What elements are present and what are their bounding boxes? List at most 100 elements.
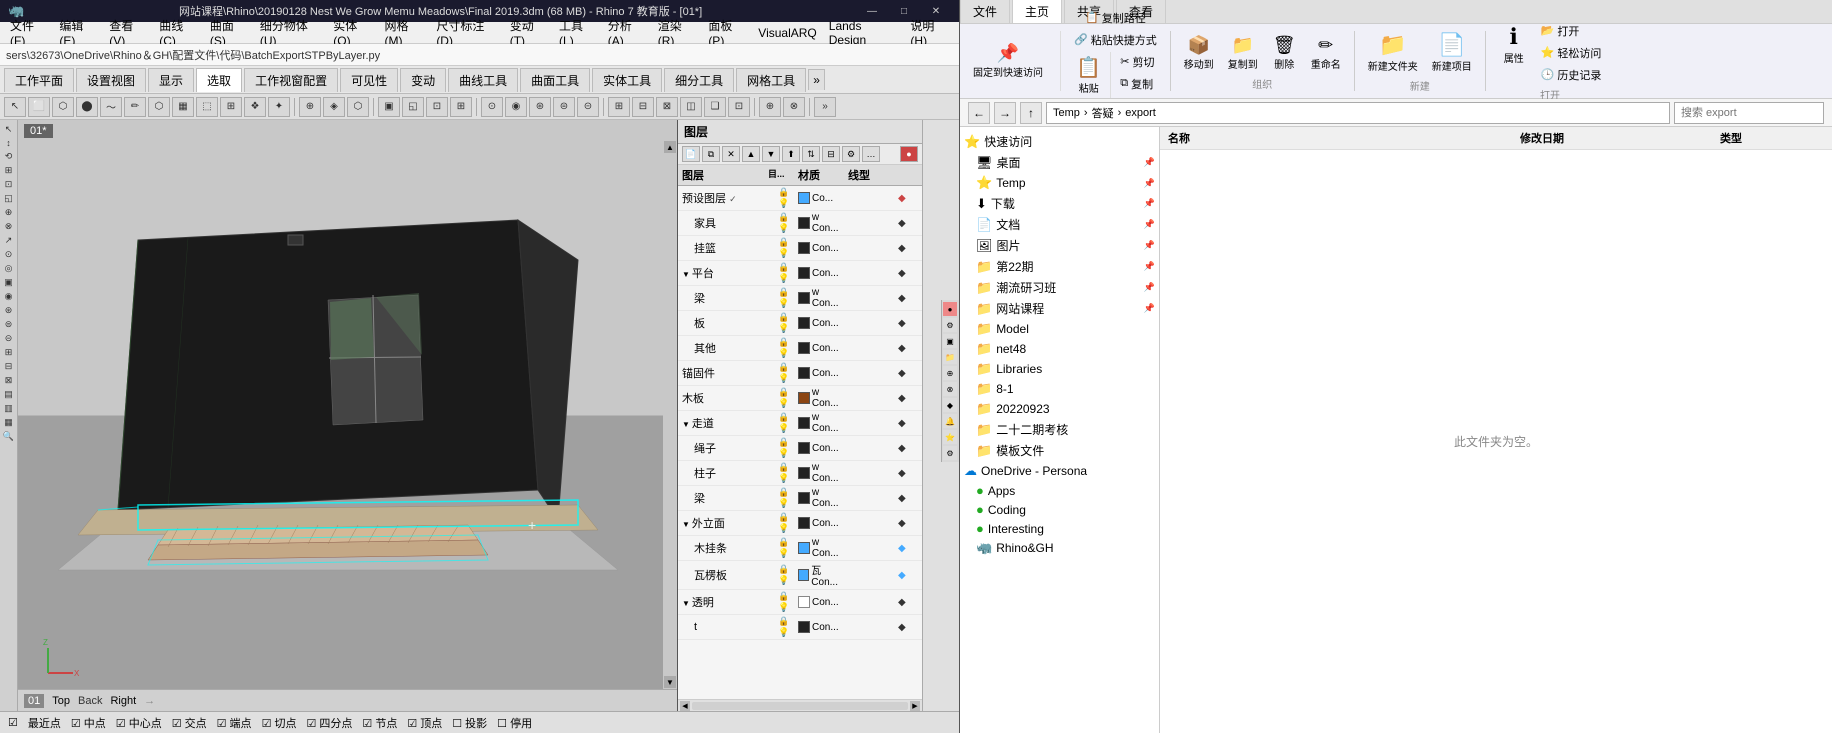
tool-icon-32[interactable]: ⊗	[783, 97, 805, 117]
sidebar-tool-4[interactable]: ⊞	[5, 165, 13, 176]
addr-part-temp[interactable]: Temp	[1053, 107, 1080, 119]
sidebar-tool-9[interactable]: ↗	[5, 235, 13, 246]
sidebar-tool-23[interactable]: 🔍	[3, 431, 14, 442]
tool-icon-2[interactable]: ⬜	[28, 97, 50, 117]
ribbon-btn-delete[interactable]: 🗑 删除	[1267, 32, 1302, 74]
ribbon-btn-pin[interactable]: 📌 固定到快速访问	[968, 40, 1048, 82]
tree-item-onedrive[interactable]: ☁ OneDrive - Persona	[960, 461, 1159, 481]
tool-icon-31[interactable]: ⊕	[759, 97, 781, 117]
layer-row[interactable]: 其他 🔒💡 Con... ◆	[678, 336, 922, 361]
tree-item-documents[interactable]: 📄 文档 📌	[960, 214, 1159, 235]
tool-icon-27[interactable]: ⊠	[656, 97, 678, 117]
snap-nearpoint[interactable]: 最近点	[28, 715, 61, 731]
tree-item-coding[interactable]: ● Coding	[960, 500, 1159, 519]
snap-midpoint[interactable]: ☑ 中点	[71, 715, 106, 731]
tab-transform[interactable]: 变动	[400, 68, 446, 92]
tree-item-apps[interactable]: ● Apps	[960, 481, 1159, 500]
col-type[interactable]: 类型	[1712, 127, 1832, 149]
tool-icon-19[interactable]: ⊞	[450, 97, 472, 117]
snap-endpoint[interactable]: ☑ 端点	[217, 715, 252, 731]
tree-item-desktop[interactable]: 🖥 桌面 📌	[960, 152, 1159, 173]
sidebar-tool-7[interactable]: ⊕	[5, 207, 13, 218]
tab-expand[interactable]: »	[808, 69, 825, 90]
tool-icon-5[interactable]: 〜	[100, 97, 122, 117]
tab-setview[interactable]: 设置视图	[76, 68, 146, 92]
nav-forward-btn[interactable]: →	[994, 102, 1016, 124]
layer-right-icon-7[interactable]: ◆	[943, 398, 957, 412]
layer-right-icon-9[interactable]: ⭐	[943, 430, 957, 444]
sidebar-tool-19[interactable]: ⊠	[5, 375, 13, 386]
viewport-tab-top[interactable]: Top	[52, 695, 70, 707]
ribbon-btn-rename[interactable]: ✏ 重命名	[1306, 32, 1346, 74]
tab-display[interactable]: 显示	[148, 68, 194, 92]
tool-icon-11[interactable]: ❖	[244, 97, 266, 117]
sidebar-tool-5[interactable]: ⊡	[5, 179, 13, 190]
snap-project[interactable]: ☐ 投影	[452, 715, 487, 731]
tree-item-temp[interactable]: ⭐ Temp 📌	[960, 173, 1159, 193]
ribbon-btn-open[interactable]: 📂 打开	[1536, 21, 1607, 41]
tree-item-interesting[interactable]: ● Interesting	[960, 519, 1159, 538]
layer-row[interactable]: 平台 🔒💡 Con... ◆	[678, 261, 922, 286]
layer-new-btn[interactable]: 📄	[682, 146, 700, 162]
ribbon-btn-copy-path[interactable]: 📋 复制路径	[1080, 8, 1151, 28]
snap-intersect[interactable]: ☑ 交点	[172, 715, 207, 731]
snap-center[interactable]: ☑ 中心点	[116, 715, 162, 731]
sidebar-tool-17[interactable]: ⊞	[5, 347, 13, 358]
tool-icon-18[interactable]: ⊡	[426, 97, 448, 117]
tool-icon-10[interactable]: ⊞	[220, 97, 242, 117]
sidebar-tool-1[interactable]: ↖	[5, 124, 13, 135]
layer-right-icon-4[interactable]: 📁	[943, 350, 957, 364]
sidebar-tool-13[interactable]: ◉	[5, 291, 13, 302]
tree-item-net48[interactable]: 📁 net48	[960, 339, 1159, 359]
layer-row[interactable]: 木挂条 🔒💡 w Con... ◆	[678, 536, 922, 561]
tree-item-website[interactable]: 📁 网站课程 📌	[960, 298, 1159, 319]
layer-down-btn[interactable]: ▼	[762, 146, 780, 162]
tool-icon-6[interactable]: ✏	[124, 97, 146, 117]
viewport-tab-01[interactable]: 01	[24, 694, 44, 708]
layer-row[interactable]: 瓦楞板 🔒💡 瓦 Con... ◆	[678, 561, 922, 590]
layer-filter-btn[interactable]: ⊟	[822, 146, 840, 162]
ribbon-btn-paste-shortcut[interactable]: 🔗 粘贴快捷方式	[1069, 30, 1162, 50]
tool-icon-21[interactable]: ◉	[505, 97, 527, 117]
layer-right-icon-2[interactable]: ⚙	[943, 318, 957, 332]
tab-select[interactable]: 选取	[196, 68, 242, 92]
layer-row[interactable]: 走道 🔒💡 w Con... ◆	[678, 411, 922, 436]
sidebar-tool-20[interactable]: ▤	[4, 389, 13, 400]
layer-row[interactable]: 外立面 🔒💡 Con... ◆	[678, 511, 922, 536]
tool-icon-25[interactable]: ⊞	[608, 97, 630, 117]
tool-icon-3[interactable]: ⬡	[52, 97, 74, 117]
tree-item-8-1[interactable]: 📁 8-1	[960, 379, 1159, 399]
layer-copy-btn[interactable]: ⧉	[702, 146, 720, 162]
sidebar-tool-2[interactable]: ↕	[6, 138, 11, 148]
ribbon-btn-history[interactable]: 🕒 历史记录	[1536, 65, 1607, 85]
tool-icon-22[interactable]: ⊛	[529, 97, 551, 117]
tool-icon-4[interactable]: ⬤	[76, 97, 98, 117]
tree-item-model[interactable]: 📁 Model	[960, 319, 1159, 339]
ribbon-btn-newitem[interactable]: 📄 新建项目	[1427, 29, 1477, 76]
tab-subdiv-tools[interactable]: 细分工具	[664, 68, 734, 92]
menu-visualarq[interactable]: VisualARQ	[752, 24, 822, 42]
layer-row[interactable]: 木板 🔒💡 w Con... ◆	[678, 386, 922, 411]
tool-icon-29[interactable]: ❑	[704, 97, 726, 117]
layer-row[interactable]: 柱子 🔒💡 w Con... ◆	[678, 461, 922, 486]
tool-icon-8[interactable]: ▦	[172, 97, 194, 117]
layer-color-btn[interactable]: ●	[900, 146, 918, 162]
tool-icon-24[interactable]: ⊝	[577, 97, 599, 117]
sidebar-tool-3[interactable]: ⟲	[5, 151, 13, 162]
sidebar-tool-8[interactable]: ⊗	[5, 221, 13, 232]
tree-item-template[interactable]: 📁 模板文件	[960, 440, 1159, 461]
layer-row[interactable]: 锚固件 🔒💡 Con... ◆	[678, 361, 922, 386]
layer-delete-btn[interactable]: ✕	[722, 146, 740, 162]
layer-right-icon-6[interactable]: ⊗	[943, 382, 957, 396]
layers-scroll-h[interactable]: ◀ ▶	[678, 699, 922, 711]
layer-row[interactable]: 梁 🔒💡 w Con... ◆	[678, 286, 922, 311]
snap-tangent[interactable]: ☑ 切点	[262, 715, 297, 731]
tool-icon-28[interactable]: ◫	[680, 97, 702, 117]
layer-row[interactable]: 透明 🔒💡 Con... ◆	[678, 590, 922, 615]
ribbon-tab-home[interactable]: 主页	[1012, 0, 1062, 23]
tool-icon-20[interactable]: ⊙	[481, 97, 503, 117]
tree-item-exam[interactable]: 📁 二十二期考核	[960, 419, 1159, 440]
tool-icon-9[interactable]: ⬚	[196, 97, 218, 117]
snap-vertex[interactable]: ☑ 顶点	[407, 715, 442, 731]
tree-item-downloads[interactable]: ⬇ 下载 📌	[960, 193, 1159, 214]
